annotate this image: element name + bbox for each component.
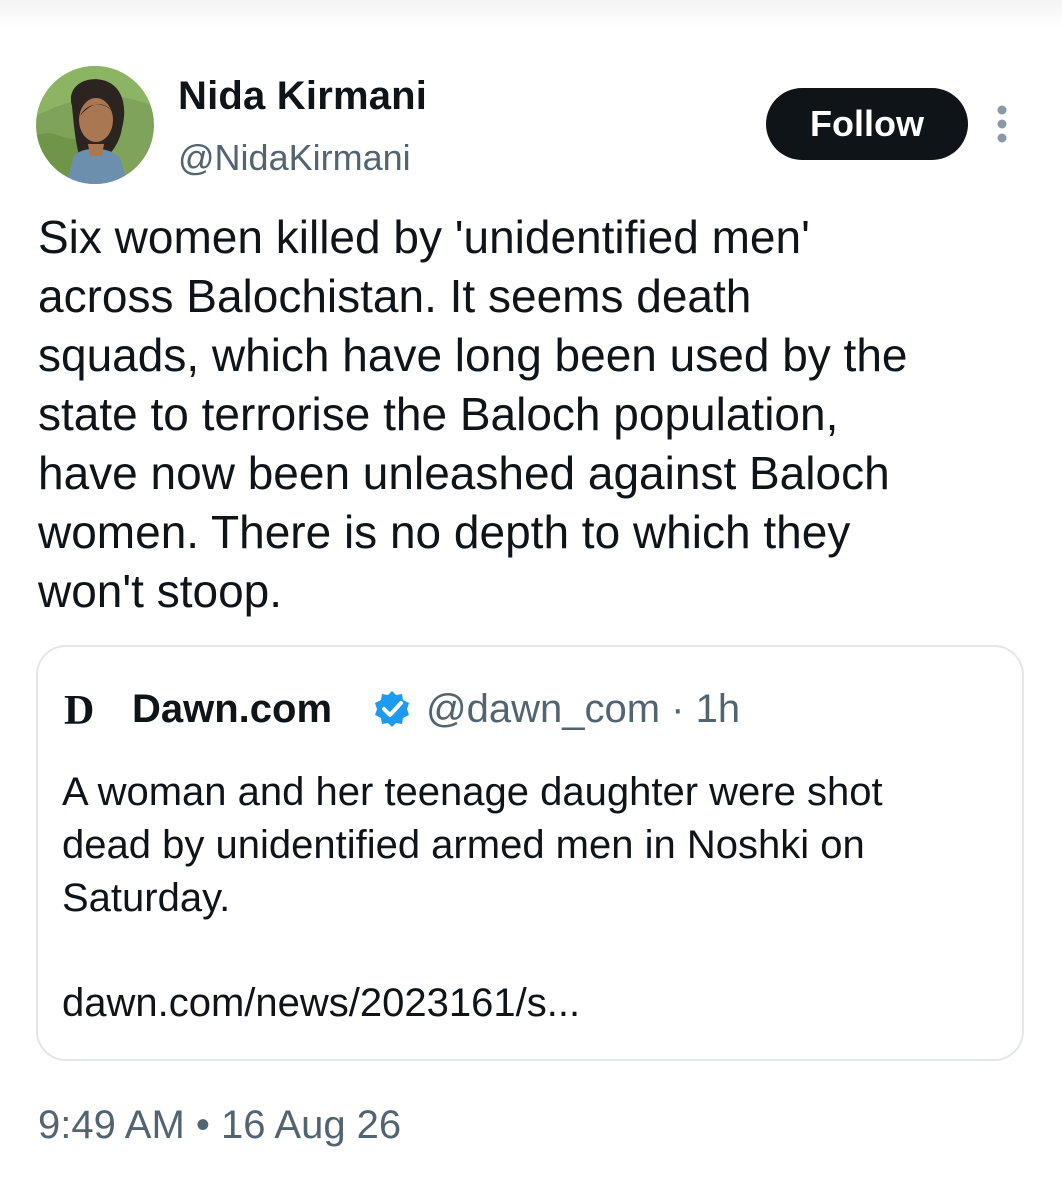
author-name[interactable]: Nida Kirmani	[178, 74, 427, 119]
quoted-tweet-link[interactable]: dawn.com/news/2023161/s...	[62, 981, 580, 1026]
quoted-tweet[interactable]: D Dawn.com @dawn_com · 1h A woman and he…	[36, 645, 1024, 1061]
quoted-tweet-text: A woman and her teenage daughter were sh…	[62, 770, 883, 920]
tweet-timestamp[interactable]: 9:49 AM • 16 Aug 26	[38, 1103, 401, 1148]
quoted-author-name[interactable]: Dawn.com	[132, 687, 332, 732]
avatar-portrait	[36, 66, 154, 184]
author-handle[interactable]: @NidaKirmani	[178, 137, 411, 179]
verified-badge-icon	[372, 689, 412, 729]
quoted-handle-time: @dawn_com · 1h	[426, 687, 741, 731]
follow-button[interactable]: Follow	[766, 88, 968, 160]
tweet-card: Nida Kirmani @NidaKirmani Follow Six wom…	[0, 0, 1062, 1200]
tweet-text: Six women killed by 'unidentified men' a…	[38, 211, 908, 617]
author-avatar[interactable]	[36, 66, 154, 184]
dawn-logo: D	[64, 688, 95, 734]
more-vertical-icon[interactable]	[988, 104, 1016, 144]
